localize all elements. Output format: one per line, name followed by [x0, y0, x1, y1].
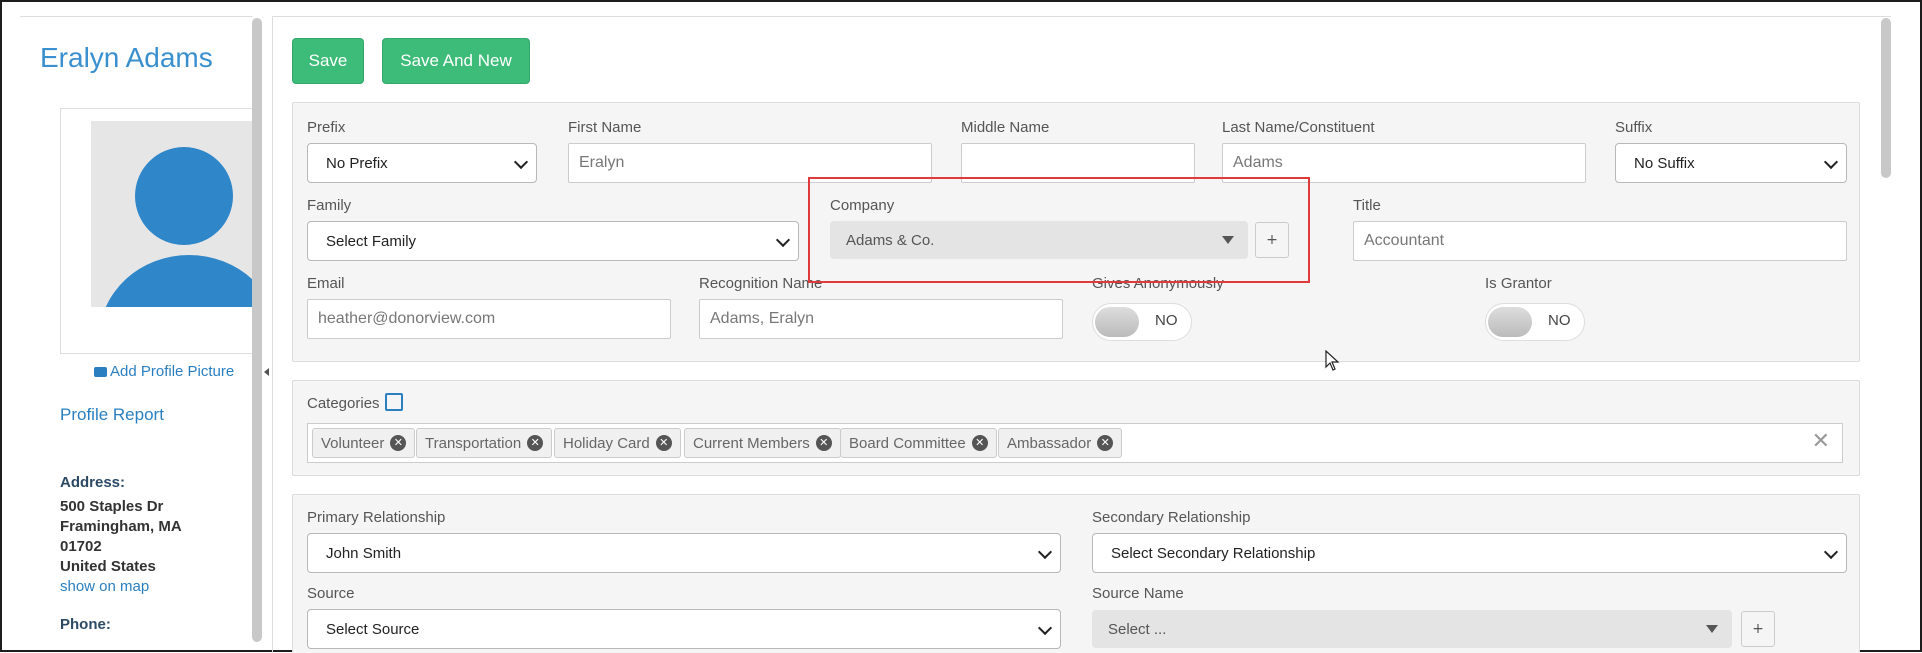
show-on-map-link[interactable]: show on map [60, 578, 149, 595]
prefix-label: Prefix [307, 119, 346, 136]
chevron-down-icon [1823, 154, 1839, 170]
family-select[interactable]: Select Family [307, 221, 799, 261]
avatar-head-icon [135, 147, 233, 245]
save-button[interactable]: Save [292, 38, 364, 84]
sidebar-scrollbar[interactable] [252, 18, 262, 642]
address-line: Framingham, MA [60, 518, 182, 535]
secondary-relationship-value: Select Secondary Relationship [1111, 544, 1316, 562]
primary-relationship-label: Primary Relationship [307, 509, 446, 526]
family-label: Family [307, 197, 352, 214]
toggle-knob [1095, 307, 1139, 337]
add-source-name-button[interactable]: + [1741, 611, 1775, 647]
category-tag: Holiday Card ✕ [554, 428, 681, 458]
toggle-state: NO [1548, 312, 1571, 329]
clear-all-icon[interactable]: ✕ [1812, 429, 1830, 454]
middle-name-label: Middle Name [961, 119, 1050, 136]
add-profile-picture-link[interactable]: Add Profile Picture [94, 363, 234, 380]
tag-label: Volunteer [321, 434, 385, 452]
address-label: Address: [60, 474, 126, 491]
avatar[interactable] [91, 121, 253, 307]
company-highlight-box [808, 177, 1310, 283]
tag-label: Board Committee [849, 434, 966, 452]
suffix-label: Suffix [1615, 119, 1653, 136]
source-label: Source [307, 585, 355, 602]
categories-label: Categories [307, 395, 380, 412]
toggle-state: NO [1155, 312, 1178, 329]
secondary-relationship-select[interactable]: Select Secondary Relationship [1092, 533, 1847, 573]
tag-label: Holiday Card [563, 434, 650, 452]
address-line: 500 Staples Dr [60, 498, 164, 515]
family-value: Select Family [326, 232, 417, 250]
relationships-panel: Primary Relationship John Smith Secondar… [292, 494, 1860, 653]
mouse-cursor-icon [1325, 350, 1340, 371]
prefix-select[interactable]: No Prefix [307, 143, 537, 183]
remove-tag-icon[interactable]: ✕ [527, 435, 544, 451]
categories-panel: Categories Volunteer ✕ Transportation ✕ Ho… [292, 380, 1860, 476]
categories-tag-input[interactable]: Volunteer ✕ Transportation ✕ Holiday Card ✕… [307, 423, 1843, 463]
email-label: Email [307, 275, 345, 292]
suffix-value: No Suffix [1634, 154, 1695, 172]
last-name-label: Last Name/Constituent [1222, 119, 1375, 136]
avatar-body-icon [99, 249, 253, 307]
tag-label: Current Members [693, 434, 810, 452]
primary-relationship-value: John Smith [326, 544, 402, 562]
chevron-down-icon [1823, 544, 1839, 560]
source-value: Select Source [326, 620, 420, 638]
remove-tag-icon[interactable]: ✕ [1097, 435, 1114, 451]
add-picture-label: Add Profile Picture [110, 363, 235, 380]
main-scrollbar[interactable] [1881, 18, 1891, 178]
title-label: Title [1353, 197, 1381, 214]
phone-label: Phone: [60, 616, 111, 633]
contact-name: Eralyn Adams [40, 42, 213, 73]
first-name-label: First Name [568, 119, 642, 136]
category-tag: Volunteer ✕ [312, 428, 416, 458]
gives-anonymously-toggle[interactable]: NO [1092, 303, 1192, 341]
chevron-down-icon [775, 232, 791, 248]
source-name-label: Source Name [1092, 585, 1184, 602]
caret-down-icon [1706, 625, 1718, 633]
source-name-select[interactable]: Select ... [1092, 610, 1732, 648]
recognition-name-input[interactable]: Adams, Eralyn [699, 299, 1063, 339]
address-line: 01702 [60, 538, 102, 555]
remove-tag-icon[interactable]: ✕ [971, 435, 988, 451]
collapse-sidebar-icon[interactable] [264, 368, 269, 376]
category-tag: Board Committee ✕ [840, 428, 997, 458]
category-tag: Ambassador ✕ [998, 428, 1123, 458]
edit-icon[interactable] [385, 393, 403, 411]
title-input[interactable]: Accountant [1353, 221, 1847, 261]
chevron-down-icon [513, 154, 529, 170]
address-line: United States [60, 558, 156, 575]
camera-icon [94, 367, 107, 377]
remove-tag-icon[interactable]: ✕ [815, 435, 832, 451]
prefix-value: No Prefix [326, 154, 388, 172]
profile-picture-box [60, 108, 253, 354]
profile-report-link[interactable]: Profile Report [60, 405, 164, 425]
source-select[interactable]: Select Source [307, 609, 1061, 649]
is-grantor-label: Is Grantor [1485, 275, 1552, 292]
save-and-new-button[interactable]: Save And New [382, 38, 530, 84]
secondary-relationship-label: Secondary Relationship [1092, 509, 1251, 526]
tag-label: Ambassador [1007, 434, 1092, 452]
chevron-down-icon [1037, 544, 1053, 560]
suffix-select[interactable]: No Suffix [1615, 143, 1847, 183]
remove-tag-icon[interactable]: ✕ [655, 435, 672, 451]
is-grantor-toggle[interactable]: NO [1485, 303, 1585, 341]
recognition-name-label: Recognition Name [699, 275, 823, 292]
category-tag: Current Members ✕ [684, 428, 841, 458]
tag-label: Transportation [425, 434, 522, 452]
primary-relationship-select[interactable]: John Smith [307, 533, 1061, 573]
toggle-knob [1488, 307, 1532, 337]
category-tag: Transportation ✕ [416, 428, 553, 458]
chevron-down-icon [1037, 620, 1053, 636]
source-name-value: Select ... [1108, 620, 1167, 638]
email-input[interactable]: heather@donorview.com [307, 299, 671, 339]
remove-tag-icon[interactable]: ✕ [390, 435, 407, 451]
